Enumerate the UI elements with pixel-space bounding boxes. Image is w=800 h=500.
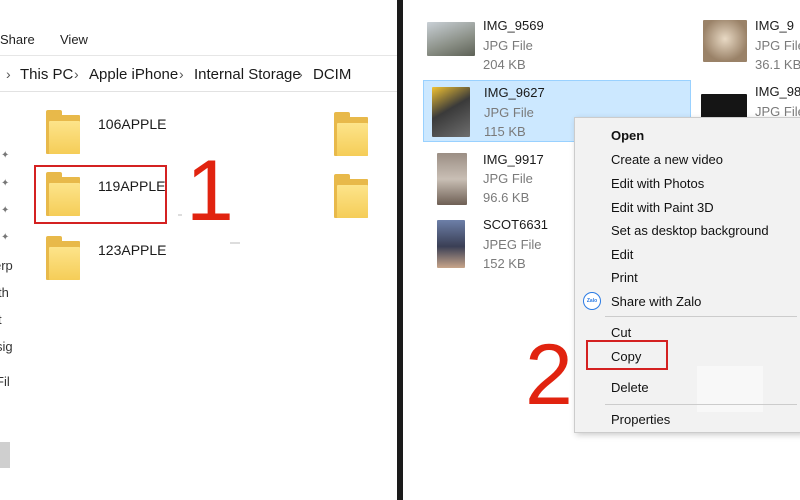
pin-icon: ✦: [1, 150, 10, 161]
folder-icon: [46, 110, 80, 154]
folder-icon[interactable]: [334, 112, 368, 156]
ribbon: Share View: [0, 0, 397, 56]
menu-item-set-desktop-background[interactable]: Set as desktop background: [611, 223, 769, 238]
file-size: 115 KB: [484, 124, 526, 139]
file-type: JPG File: [483, 171, 533, 186]
artifact: [697, 366, 763, 412]
ribbon-tab-view[interactable]: View: [60, 32, 88, 47]
file-size: 36.1 KB: [755, 57, 800, 72]
nav-item-clipped[interactable]: sig: [0, 339, 13, 354]
file-size: 96.6 KB: [483, 190, 530, 205]
menu-item-share-with-zalo[interactable]: Share with Zalo: [611, 294, 701, 309]
file-name: IMG_9627: [484, 85, 545, 100]
image-thumbnail: [432, 87, 470, 137]
menu-item-open[interactable]: Open: [611, 128, 644, 143]
breadcrumb-item-this-pc[interactable]: This PC: [20, 66, 73, 83]
nav-item-clipped[interactable]: t: [0, 312, 2, 327]
file-type: JPG File: [483, 38, 533, 53]
file-name: IMG_98: [755, 84, 800, 99]
breadcrumb-item-internal-storage[interactable]: Internal Storage: [194, 66, 301, 83]
folder-icon: [46, 236, 80, 280]
file-name: SCOT6631: [483, 217, 549, 232]
file-item-img-9-clipped[interactable]: IMG_9 JPG File 36.1 KB: [695, 14, 800, 76]
folder-name: 106APPLE: [98, 116, 167, 132]
step-number-1: 1: [186, 143, 234, 239]
scrollbar[interactable]: [0, 442, 10, 468]
folder-name: 123APPLE: [98, 242, 167, 258]
pin-icon: ✦: [1, 205, 10, 216]
breadcrumb-item-dcim[interactable]: DCIM: [313, 66, 351, 83]
image-thumbnail: [437, 220, 465, 268]
image-thumbnail: [427, 22, 475, 56]
menu-item-edit-with-paint-3d[interactable]: Edit with Paint 3D: [611, 200, 714, 215]
nav-item-clipped[interactable]: Fil: [0, 374, 10, 389]
pin-icon: ✦: [1, 178, 10, 189]
file-size: 204 KB: [483, 57, 526, 72]
breadcrumb-separator: ›: [6, 66, 11, 82]
menu-item-edit[interactable]: Edit: [611, 247, 633, 262]
artifact: [178, 214, 182, 216]
file-type: JPG File: [755, 38, 800, 53]
menu-item-print[interactable]: Print: [611, 270, 638, 285]
highlight-box: [586, 340, 668, 370]
menu-item-delete[interactable]: Delete: [611, 380, 649, 395]
breadcrumb-separator: ›: [179, 66, 184, 82]
explorer-window-right: IMG_9569 JPG File 204 KB IMG_9627 JPG Fi…: [403, 0, 800, 500]
folder-icon[interactable]: [334, 174, 368, 218]
artifact: [230, 242, 240, 244]
context-menu: Open Create a new video Edit with Photos…: [574, 117, 800, 433]
nav-item-clipped[interactable]: th: [0, 285, 9, 300]
menu-item-create-video[interactable]: Create a new video: [611, 152, 723, 167]
file-name: IMG_9569: [483, 18, 544, 33]
highlight-box: [34, 165, 167, 224]
menu-item-properties[interactable]: Properties: [611, 412, 670, 427]
step-number-2: 2: [525, 327, 573, 423]
file-item-img-9569[interactable]: IMG_9569 JPG File 204 KB: [423, 16, 693, 78]
file-size: 152 KB: [483, 256, 526, 271]
breadcrumb-separator: ›: [298, 66, 303, 82]
image-thumbnail: [437, 153, 467, 205]
menu-item-edit-with-photos[interactable]: Edit with Photos: [611, 176, 704, 191]
breadcrumb[interactable]: › This PC › Apple iPhone › Internal Stor…: [0, 56, 397, 92]
pin-icon: ✦: [1, 232, 10, 243]
menu-separator: [605, 316, 797, 317]
file-name: IMG_9: [755, 18, 795, 33]
file-name: IMG_9917: [483, 152, 544, 167]
file-type: JPG File: [484, 105, 534, 120]
image-thumbnail: [703, 20, 747, 62]
ribbon-tab-share[interactable]: Share: [0, 32, 35, 47]
file-type: JPEG File: [483, 237, 542, 252]
breadcrumb-item-apple-iphone[interactable]: Apple iPhone: [89, 66, 178, 83]
breadcrumb-separator: ›: [74, 66, 79, 82]
explorer-window-left: Share View › This PC › Apple iPhone › In…: [0, 0, 397, 500]
menu-separator: [605, 404, 797, 405]
menu-item-cut[interactable]: Cut: [611, 325, 631, 340]
zalo-icon: Zalo: [583, 292, 601, 310]
nav-item-clipped[interactable]: erp: [0, 258, 13, 273]
